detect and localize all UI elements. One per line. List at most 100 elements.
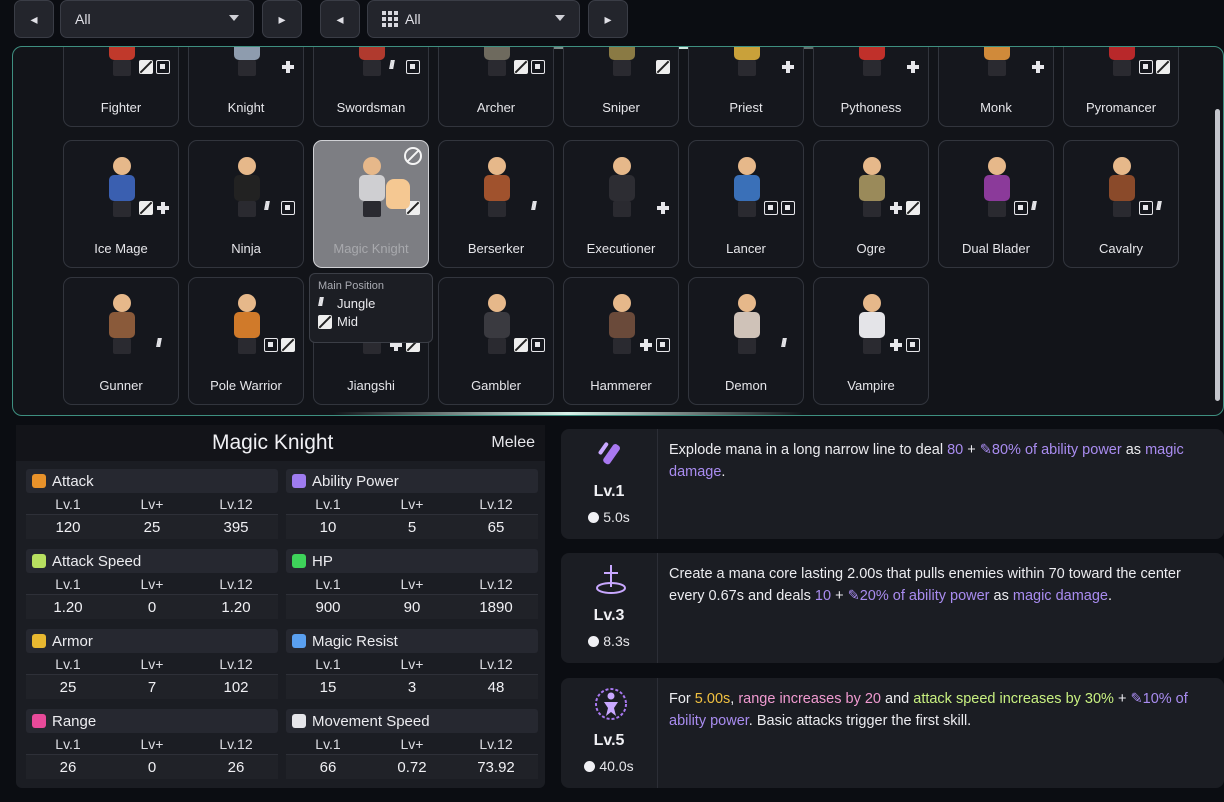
stat-col-label: Lv.12: [479, 575, 513, 592]
stat-value: 1890: [479, 598, 513, 616]
hero-card-dual-blader[interactable]: Dual Blader: [938, 140, 1054, 268]
stat-level-labels: Lv.1 Lv+ Lv.12: [286, 493, 538, 515]
position-badges: [531, 199, 545, 215]
hero-card-archer[interactable]: Archer: [438, 47, 554, 127]
lane-position-icon: [781, 201, 795, 215]
roster-scrollbar[interactable]: [1215, 109, 1220, 401]
stat-col-label: Lv.12: [219, 495, 253, 512]
position-badges: [656, 60, 670, 74]
support-position-icon: [156, 201, 170, 215]
hero-card-name: Gambler: [471, 378, 521, 393]
hero-card-ice-mage[interactable]: Ice Mage: [63, 140, 179, 268]
skill-divider: [657, 678, 658, 788]
hero-card-pyromancer[interactable]: Pyromancer: [1063, 47, 1179, 127]
lane-position-icon: [531, 338, 545, 352]
stat-ability-power: Ability Power Lv.1 Lv+ Lv.12 10 5 65: [286, 469, 538, 543]
hero-roster: Fighter Knight Swordsman Archer Sniper Priest…: [12, 46, 1224, 416]
hero-card-gunner[interactable]: Gunner: [63, 277, 179, 405]
stat-magic-resist: Magic Resist Lv.1 Lv+ Lv.12 15 3 48: [286, 629, 538, 703]
stat-col-label: Lv.1: [315, 735, 341, 752]
hero-card-priest[interactable]: Priest: [688, 47, 804, 127]
hero-card-berserker[interactable]: Berserker: [438, 140, 554, 268]
left-filter-prev-button[interactable]: ◂: [14, 0, 54, 38]
skill-cooldown-value: 8.3s: [603, 633, 630, 649]
hero-sprite: [223, 47, 271, 78]
right-filter-prev-button[interactable]: ◂: [320, 0, 360, 38]
hero-card-pythoness[interactable]: Pythoness: [813, 47, 929, 127]
stat-header: Attack Speed: [26, 549, 278, 573]
hero-card-lancer[interactable]: Lancer: [688, 140, 804, 268]
skill-icon-block: Lv.5 40.0s: [579, 686, 639, 796]
hero-card-vampire[interactable]: Vampire: [813, 277, 929, 405]
position-badges: [281, 60, 295, 74]
position-badges: [906, 60, 920, 74]
wand-icon: [292, 474, 306, 488]
hero-card-hammerer[interactable]: Hammerer: [563, 277, 679, 405]
hero-card-name: Priest: [729, 100, 763, 115]
position-badges: [781, 60, 795, 74]
stat-col-label: Lv+: [140, 735, 164, 752]
skill-cooldown-value: 40.0s: [599, 758, 634, 774]
hero-card-gambler[interactable]: Gambler: [438, 277, 554, 405]
position-badges: [1031, 60, 1045, 74]
tooltip-position-row: Mid: [318, 314, 424, 329]
stat-header: Magic Resist: [286, 629, 538, 653]
main-position-tooltip: Main Position Jungle Mid: [309, 273, 433, 343]
hero-name: Magic Knight: [212, 431, 334, 454]
stat-value: 26: [227, 758, 245, 776]
hero-card-executioner[interactable]: Executioner: [563, 140, 679, 268]
skill-level: Lv.5: [593, 732, 625, 749]
hero-card-knight[interactable]: Knight: [188, 47, 304, 127]
right-filter-next-button[interactable]: ▸: [588, 0, 628, 38]
ban-icon[interactable]: [404, 147, 422, 165]
attack-speed-icon: [32, 554, 46, 568]
hero-card-sniper[interactable]: Sniper: [563, 47, 679, 127]
stat-values: 900 90 1890: [286, 595, 538, 619]
position-badges: [889, 201, 920, 215]
left-filter-dropdown[interactable]: All: [60, 0, 254, 38]
skill-desc-text: 80: [947, 442, 964, 458]
stat-name: Movement Speed: [312, 712, 430, 730]
stat-values: 1.20 0 1.20: [26, 595, 278, 619]
hero-card-name: Hammerer: [590, 378, 652, 393]
skill-cooldown-value: 5.0s: [603, 509, 630, 525]
hero-card-magic-knight[interactable]: Magic Knight: [313, 140, 429, 268]
hero-card-fighter[interactable]: Fighter: [63, 47, 179, 127]
hero-card-monk[interactable]: Monk: [938, 47, 1054, 127]
skill-desc-text: .: [721, 464, 726, 480]
stat-value: 65: [487, 518, 505, 536]
hero-card-pole-warrior[interactable]: Pole Warrior: [188, 277, 304, 405]
stat-header: Attack: [26, 469, 278, 493]
stat-level-labels: Lv.1 Lv+ Lv.12: [26, 653, 278, 675]
skill-divider: [657, 429, 658, 539]
mid-position-icon: [656, 60, 670, 74]
stat-col-label: Lv.12: [219, 655, 253, 672]
hero-card-name: Ninja: [231, 241, 261, 256]
stat-value: 7: [147, 678, 157, 696]
hero-card-name: Sniper: [602, 100, 640, 115]
lane-position-icon: [264, 338, 278, 352]
stat-col-label: Lv+: [140, 655, 164, 672]
stat-name: Armor: [52, 632, 93, 650]
lane-position-icon: [406, 60, 420, 74]
hero-card-ninja[interactable]: Ninja: [188, 140, 304, 268]
shield-icon: [32, 634, 46, 648]
stat-value: 0: [147, 598, 157, 616]
stat-attack-speed: Attack Speed Lv.1 Lv+ Lv.12 1.20 0 1.20: [26, 549, 278, 623]
position-badges: [514, 338, 545, 352]
mid-position-icon: [318, 314, 332, 329]
hero-card-cavalry[interactable]: Cavalry: [1063, 140, 1179, 268]
tooltip-position-row: Jungle: [318, 295, 424, 312]
support-position-icon: [281, 60, 295, 74]
hero-card-name: Pythoness: [840, 100, 902, 115]
right-filter-dropdown[interactable]: All: [367, 0, 580, 38]
stat-col-label: Lv+: [140, 575, 164, 592]
hero-card-name: Gunner: [99, 378, 143, 393]
hero-card-swordsman[interactable]: Swordsman: [313, 47, 429, 127]
hero-card-ogre[interactable]: Ogre: [813, 140, 929, 268]
left-filter-next-button[interactable]: ▸: [262, 0, 302, 38]
stat-value: 0.72: [397, 758, 427, 776]
support-position-icon: [889, 201, 903, 215]
hero-card-demon[interactable]: Demon: [688, 277, 804, 405]
position-badges: [764, 201, 795, 215]
